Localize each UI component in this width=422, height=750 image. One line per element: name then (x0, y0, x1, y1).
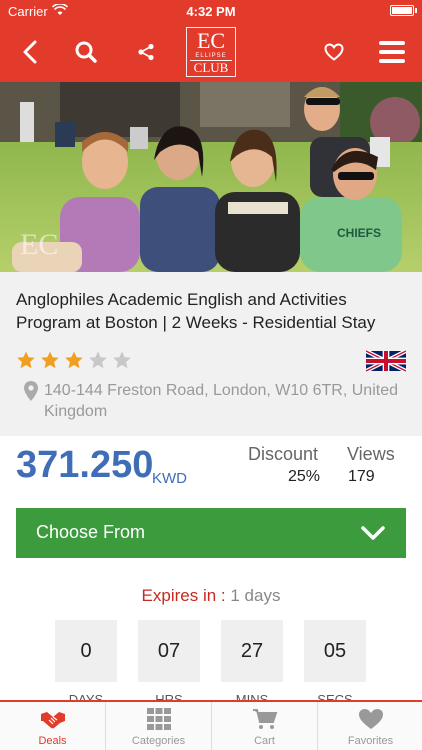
countdown-minutes: 27 (221, 620, 283, 682)
tab-categories[interactable]: Categories (106, 702, 211, 750)
countdown-days: 0 (55, 620, 117, 682)
tab-favorites-label: Favorites (347, 735, 394, 747)
star-empty-icon (89, 351, 107, 369)
star-filled-icon (17, 351, 35, 369)
views-label: Views (347, 444, 395, 464)
deal-price: 371.250 (16, 444, 154, 486)
deal-title: Anglophiles Academic English and Activit… (16, 290, 376, 332)
chevron-down-icon (361, 526, 385, 540)
countdown-seconds: 05 (304, 620, 366, 682)
views-value: 179 (348, 468, 375, 485)
heart-icon[interactable] (314, 32, 354, 72)
deal-address[interactable]: 140-144 Freston Road, London, W10 6TR, U… (24, 380, 414, 422)
svg-text:CHIEFS: CHIEFS (337, 226, 381, 240)
price-currency: KWD (152, 470, 187, 487)
countdown-hours: 07 (138, 620, 200, 682)
uk-flag-icon (365, 349, 407, 373)
expires-label: Expires in : (141, 586, 226, 605)
tab-categories-label: Categories (131, 735, 186, 747)
grid-icon (147, 708, 171, 730)
cart-icon (253, 709, 278, 729)
expires-value: 1 days (230, 586, 281, 605)
star-empty-icon (113, 351, 131, 369)
star-filled-icon (41, 351, 59, 369)
battery-icon (390, 5, 414, 16)
heart-icon (359, 709, 383, 729)
tab-bar: Deals Categories Cart Favorites (0, 700, 422, 750)
address-text: 140-144 Freston Road, London, W10 6TR, U… (44, 382, 398, 420)
ellipse-club-logo[interactable]: EC ELLIPSE CLUB (186, 27, 236, 77)
discount-value: 25% (288, 468, 321, 485)
rating-stars (16, 350, 132, 370)
svg-text:EC: EC (20, 228, 58, 261)
search-icon[interactable] (66, 32, 106, 72)
choose-from-dropdown[interactable]: Choose From (16, 508, 406, 558)
status-bar: Carrier 4:32 PM (0, 0, 422, 22)
handshake-icon (41, 712, 65, 729)
location-pin-icon (24, 381, 38, 401)
deal-photo[interactable]: CHIEFS EC (0, 82, 422, 272)
share-icon[interactable] (126, 32, 166, 72)
tab-favorites[interactable]: Favorites (318, 702, 422, 750)
star-filled-icon (65, 351, 83, 369)
back-icon[interactable] (10, 32, 50, 72)
tab-deals[interactable]: Deals (0, 702, 105, 750)
tab-deals-label: Deals (38, 735, 67, 747)
choose-from-label: Choose From (36, 522, 146, 542)
menu-icon[interactable] (372, 32, 412, 72)
expiry-line: Expires in : 1 days (0, 586, 422, 606)
discount-label: Discount (248, 444, 319, 464)
tab-cart[interactable]: Cart (212, 702, 317, 750)
nav-bar: EC ELLIPSE CLUB (0, 22, 422, 82)
tab-cart-label: Cart (254, 735, 275, 747)
clock: 4:32 PM (186, 4, 236, 19)
